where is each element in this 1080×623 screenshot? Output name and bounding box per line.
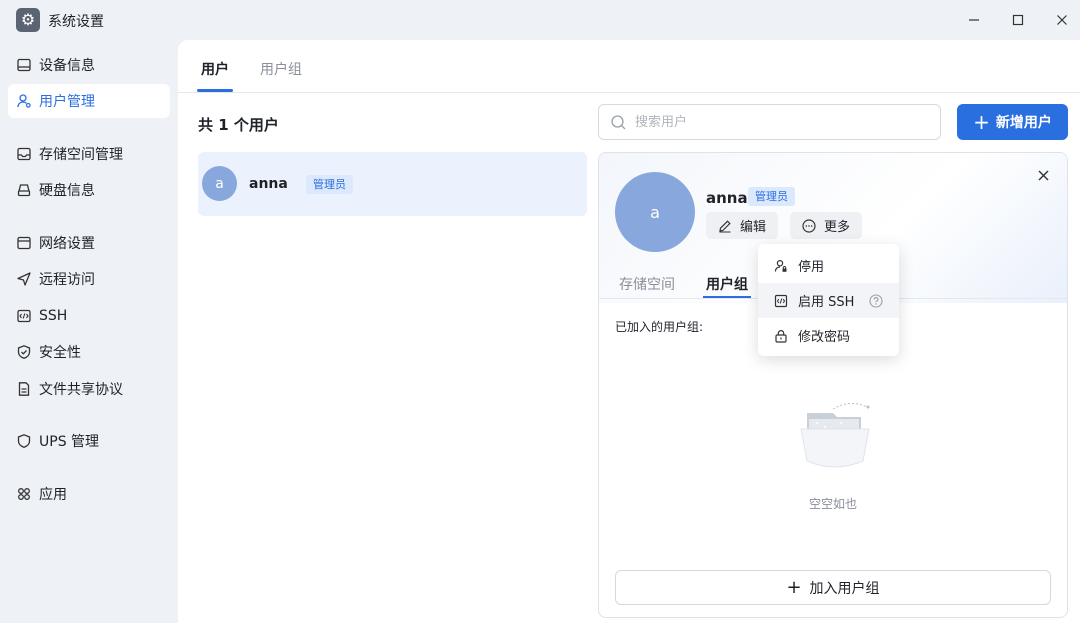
user-name: anna [249,176,288,192]
menu-item-label: 启用 SSH [798,295,855,310]
more-icon [802,218,816,233]
joined-groups-label: 已加入的用户组: [615,320,704,334]
user-detail-panel: a anna 管理员 编辑 更多 存储空间 用户组 已加入的用户组: 空空如也 … [598,152,1068,618]
subtab-storage[interactable]: 存储空间 [619,274,675,294]
active-tab-indicator [197,89,233,92]
sidebar-item-file-sharing[interactable]: 文件共享协议 [8,372,170,406]
network-icon [16,235,32,251]
sidebar-item-label: 安全性 [39,345,81,361]
avatar: a [202,166,237,201]
sidebar-item-label: 硬盘信息 [39,183,95,199]
shield-icon [16,344,32,360]
role-badge: 管理员 [748,187,795,206]
edit-label: 编辑 [740,220,767,235]
empty-state-text: 空空如也 [809,497,858,511]
user-count: 共 1 个用户 [198,116,279,134]
menu-item-label: 停用 [798,260,825,275]
search-box [598,104,941,140]
title-bar: ⚙ 系统设置 [0,0,1080,40]
tab-users[interactable]: 用户 [201,59,229,79]
sidebar-item-remote-access[interactable]: 远程访问 [8,262,170,296]
sidebar-item-ups[interactable]: UPS 管理 [8,424,170,458]
gear-icon: ⚙ [16,8,40,32]
help-icon[interactable] [869,294,883,308]
close-icon[interactable] [1050,8,1074,32]
ups-icon [16,433,32,449]
more-button[interactable]: 更多 [790,212,863,239]
user-icon [16,93,32,109]
plus-icon: + [786,576,802,598]
sidebar-item-device-info[interactable]: 设备信息 [8,48,170,82]
tab-user-groups[interactable]: 用户组 [260,59,302,79]
device-icon [16,57,32,73]
send-icon [16,271,32,287]
plus-icon: + [973,110,990,134]
edit-button[interactable]: 编辑 [706,212,779,239]
sidebar: 设备信息 用户管理 存储空间管理 硬盘信息 网络设置 远程访问 SSH 安全性 … [0,40,178,623]
apps-icon [16,486,32,502]
sidebar-item-label: 文件共享协议 [39,382,123,398]
lock-icon [775,329,787,343]
add-user-label: 新增用户 [995,115,1052,131]
sidebar-item-label: 用户管理 [39,94,95,110]
join-group-label: 加入用户组 [809,580,880,597]
more-menu: 停用 启用 SSH 修改密码 [758,244,899,356]
sidebar-item-user-management[interactable]: 用户管理 [8,84,170,118]
search-icon [611,115,626,130]
disk-icon [16,182,32,198]
menu-item-disable[interactable]: 停用 [758,248,899,283]
sidebar-item-label: UPS 管理 [39,434,100,450]
sidebar-item-label: 网络设置 [39,236,95,252]
join-group-button[interactable]: + 加入用户组 [615,570,1051,605]
sidebar-item-security[interactable]: 安全性 [8,335,170,369]
empty-folder-icon [800,403,870,468]
window-title: 系统设置 [48,14,104,30]
menu-item-change-password[interactable]: 修改密码 [758,318,899,353]
role-badge: 管理员 [306,175,353,194]
main-panel: 用户 用户组 共 1 个用户 a anna 管理员 + 新增用户 a anna … [178,40,1080,623]
file-icon [16,381,32,397]
maximize-icon[interactable] [1006,8,1030,32]
sidebar-item-storage[interactable]: 存储空间管理 [8,137,170,171]
sidebar-item-disk-info[interactable]: 硬盘信息 [8,173,170,207]
sidebar-item-label: 应用 [39,487,67,503]
tab-bar: 用户 用户组 [178,40,1080,93]
sidebar-item-label: 设备信息 [39,58,95,74]
sidebar-item-apps[interactable]: 应用 [8,477,170,511]
terminal-icon [16,308,32,324]
sidebar-item-ssh[interactable]: SSH [8,299,170,333]
active-subtab-indicator [703,296,751,298]
storage-icon [16,146,32,162]
sidebar-item-label: 远程访问 [39,272,95,288]
close-icon[interactable] [1033,165,1053,185]
search-input[interactable] [635,111,925,133]
user-disable-icon [774,259,787,272]
detail-user-name: anna [706,189,748,207]
avatar: a [615,172,695,252]
sidebar-item-network[interactable]: 网络设置 [8,226,170,260]
sidebar-item-label: SSH [39,308,68,324]
subtab-user-groups[interactable]: 用户组 [706,274,748,294]
menu-item-enable-ssh[interactable]: 启用 SSH [758,283,899,318]
user-list-item[interactable]: a anna 管理员 [198,152,587,216]
more-label: 更多 [824,220,851,235]
sidebar-item-label: 存储空间管理 [39,147,123,163]
pencil-icon [719,219,731,232]
terminal-icon [774,294,788,307]
minimize-icon[interactable] [962,8,986,32]
add-user-button[interactable]: + 新增用户 [957,104,1068,140]
menu-item-label: 修改密码 [798,330,851,345]
